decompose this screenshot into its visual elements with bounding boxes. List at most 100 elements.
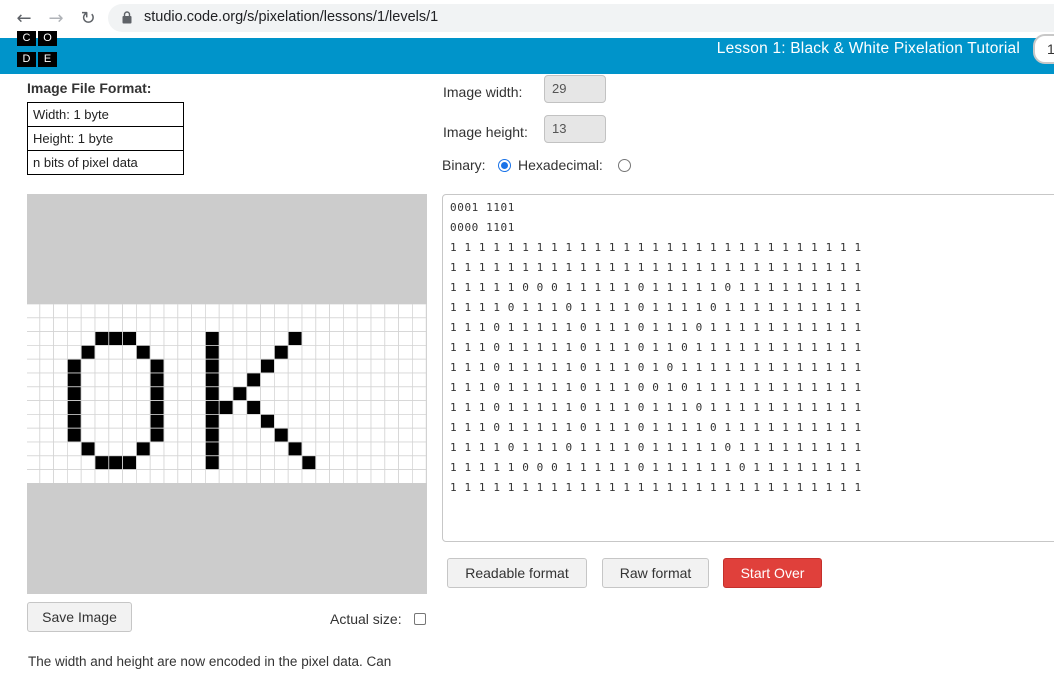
- pixel-cell[interactable]: [260, 386, 275, 402]
- pixel-cell[interactable]: [191, 317, 206, 333]
- pixel-cell[interactable]: [191, 372, 206, 388]
- address-bar[interactable]: studio.code.org/s/pixelation/lessons/1/l…: [108, 4, 1054, 32]
- pixel-cell[interactable]: [163, 414, 179, 429]
- pixel-cell[interactable]: [273, 317, 289, 333]
- pixel-cell[interactable]: [39, 386, 55, 402]
- pixel-cell[interactable]: [384, 345, 399, 360]
- pixel-cell[interactable]: [287, 304, 303, 319]
- pixel-cell[interactable]: [218, 427, 234, 443]
- pixel-cell[interactable]: [191, 441, 206, 457]
- pixel-cell[interactable]: [191, 414, 206, 429]
- pixel-cell[interactable]: [411, 304, 427, 319]
- pixel-cell[interactable]: [411, 414, 427, 429]
- pixel-cell[interactable]: [27, 317, 41, 333]
- pixel-cell[interactable]: [80, 400, 96, 415]
- pixel-cell[interactable]: [218, 304, 234, 319]
- pixel-cell[interactable]: [122, 304, 137, 319]
- pixel-cell[interactable]: [204, 358, 220, 374]
- pixel-cell[interactable]: [370, 455, 386, 471]
- pixel-cell[interactable]: [356, 400, 372, 415]
- level-progress-bubble[interactable]: 1: [1033, 34, 1054, 64]
- pixel-cell[interactable]: [177, 455, 193, 471]
- pixel-cell[interactable]: [177, 414, 193, 429]
- pixel-cell[interactable]: [218, 358, 234, 374]
- raw-format-button[interactable]: Raw format: [602, 558, 709, 588]
- pixel-cell[interactable]: [149, 469, 165, 483]
- pixel-cell[interactable]: [94, 386, 110, 402]
- pixel-cell[interactable]: [411, 331, 427, 346]
- pixel-cell[interactable]: [370, 345, 386, 360]
- pixel-cell[interactable]: [315, 358, 330, 374]
- pixel-cell[interactable]: [260, 358, 275, 374]
- pixel-cell[interactable]: [384, 358, 399, 374]
- pixel-cell[interactable]: [39, 372, 55, 388]
- pixel-cell[interactable]: [136, 304, 151, 319]
- pixel-cell[interactable]: [94, 331, 110, 346]
- pixel-cell[interactable]: [53, 441, 68, 457]
- pixel-cell[interactable]: [329, 372, 344, 388]
- pixel-cell[interactable]: [315, 386, 330, 402]
- pixel-cell[interactable]: [384, 304, 399, 319]
- pixel-cell[interactable]: [39, 414, 55, 429]
- pixel-cell[interactable]: [287, 372, 303, 388]
- pixel-cell[interactable]: [136, 358, 151, 374]
- pixel-cell[interactable]: [370, 372, 386, 388]
- pixel-cell[interactable]: [273, 414, 289, 429]
- pixel-cell[interactable]: [191, 455, 206, 471]
- pixel-cell[interactable]: [398, 304, 413, 319]
- pixel-cell[interactable]: [232, 400, 248, 415]
- actual-size-checkbox[interactable]: [414, 613, 426, 625]
- pixel-cell[interactable]: [27, 358, 41, 374]
- pixel-cell[interactable]: [246, 455, 262, 471]
- pixel-cell[interactable]: [384, 455, 399, 471]
- pixel-cell[interactable]: [67, 469, 82, 483]
- pixel-cell[interactable]: [356, 455, 372, 471]
- pixel-cell[interactable]: [149, 455, 165, 471]
- pixel-cell[interactable]: [136, 317, 151, 333]
- pixel-cell[interactable]: [94, 317, 110, 333]
- pixel-cell[interactable]: [301, 304, 317, 319]
- pixel-cell[interactable]: [246, 317, 262, 333]
- pixel-cell[interactable]: [163, 345, 179, 360]
- pixel-cell[interactable]: [27, 441, 41, 457]
- pixel-cell[interactable]: [122, 414, 137, 429]
- pixel-cell[interactable]: [384, 372, 399, 388]
- pixel-cell[interactable]: [384, 386, 399, 402]
- pixel-cell[interactable]: [329, 455, 344, 471]
- pixel-cell[interactable]: [177, 469, 193, 483]
- pixel-cell[interactable]: [80, 372, 96, 388]
- pixel-cell[interactable]: [27, 427, 41, 443]
- readable-format-button[interactable]: Readable format: [447, 558, 587, 588]
- pixel-cell[interactable]: [232, 427, 248, 443]
- pixel-cell[interactable]: [356, 331, 372, 346]
- pixel-cell[interactable]: [177, 441, 193, 457]
- pixel-cell[interactable]: [398, 345, 413, 360]
- pixel-cell[interactable]: [67, 304, 82, 319]
- pixel-cell[interactable]: [53, 358, 68, 374]
- pixel-cell[interactable]: [384, 414, 399, 429]
- pixel-cell[interactable]: [260, 414, 275, 429]
- pixel-cell[interactable]: [122, 358, 137, 374]
- pixel-cell[interactable]: [273, 345, 289, 360]
- pixel-cell[interactable]: [108, 304, 124, 319]
- pixel-cell[interactable]: [204, 317, 220, 333]
- pixel-cell[interactable]: [27, 331, 41, 346]
- pixel-cell[interactable]: [356, 386, 372, 402]
- pixel-cell[interactable]: [260, 469, 275, 483]
- binary-radio[interactable]: [498, 159, 511, 172]
- pixel-cell[interactable]: [398, 469, 413, 483]
- pixel-cell[interactable]: [218, 455, 234, 471]
- pixel-cell[interactable]: [301, 469, 317, 483]
- pixel-cell[interactable]: [273, 358, 289, 374]
- pixel-cell[interactable]: [149, 427, 165, 443]
- pixel-cell[interactable]: [39, 441, 55, 457]
- pixel-cell[interactable]: [246, 469, 262, 483]
- pixel-cell[interactable]: [329, 386, 344, 402]
- pixel-cell[interactable]: [53, 469, 68, 483]
- pixel-cell[interactable]: [39, 427, 55, 443]
- pixel-cell[interactable]: [329, 414, 344, 429]
- pixel-cell[interactable]: [39, 400, 55, 415]
- pixel-cell[interactable]: [122, 331, 137, 346]
- pixel-cell[interactable]: [411, 400, 427, 415]
- pixel-cell[interactable]: [384, 331, 399, 346]
